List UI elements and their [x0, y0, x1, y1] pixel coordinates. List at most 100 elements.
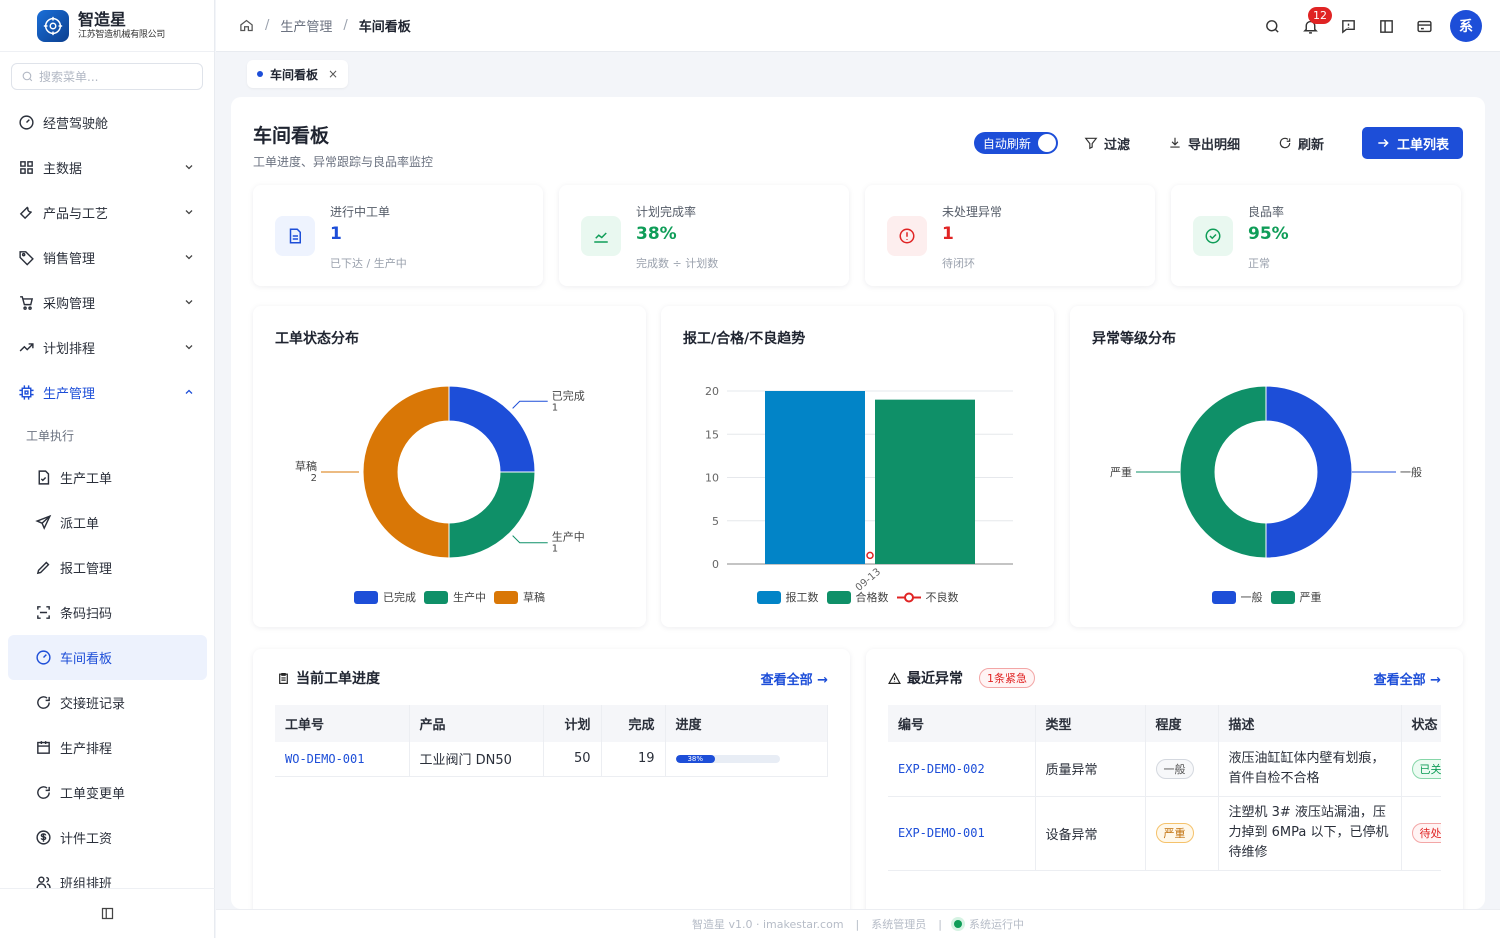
exception-no[interactable]: EXP-DEMO-001	[888, 796, 1036, 871]
menu-item-scan[interactable]: 条码扫码	[0, 590, 215, 635]
filter-button[interactable]: 过滤	[1084, 134, 1130, 153]
footer-version: 智造星 v1.0 · imakestar.com	[692, 918, 844, 931]
kpi-card-completion[interactable]: 计划完成率 38% 完成数 ÷ 计划数	[559, 185, 849, 286]
menu-item-report[interactable]: 报工管理	[0, 545, 215, 590]
tab-workshop-board[interactable]: 车间看板 ×	[247, 60, 349, 88]
table-row[interactable]: EXP-DEMO-001 设备异常 严重 注塑机 3# 液压站漏油，压力掉到 6…	[888, 796, 1441, 871]
legend-item[interactable]: 合格数	[826, 589, 889, 605]
exception-desc: 液压油缸缸体内壁有划痕，首件自检不合格	[1218, 742, 1402, 797]
card-button[interactable]	[1414, 16, 1434, 36]
menu-item-product-process[interactable]: 产品与工艺	[0, 190, 215, 235]
status-badge: 待处	[1411, 823, 1441, 843]
legend-item[interactable]: 生产中	[424, 589, 486, 605]
menu-label: 生产管理	[43, 387, 96, 402]
table-row[interactable]: WO-DEMO-001 工业阀门 DN50 50 19 38%	[275, 742, 828, 777]
brand-logo-icon	[37, 9, 69, 42]
kpi-card-in-progress[interactable]: 进行中工单 1 已下达 / 生产中	[253, 185, 543, 286]
legend-item[interactable]: 一般	[1211, 589, 1263, 605]
section-title-text: 当前工单进度	[296, 671, 380, 687]
sidebar: 智造星 江苏智造机械有限公司 搜索菜单... 经营驾驶舱 主数据 产品与工艺 销…	[0, 0, 215, 938]
column-header[interactable]: 状态	[1401, 705, 1441, 742]
page-title: 车间看板	[253, 125, 330, 147]
legend-swatch	[424, 590, 448, 604]
menu-item-dispatch[interactable]: 派工单	[0, 500, 215, 545]
trend-chart-card: 报工/合格/不良趋势 0 5 10 15 20 09-13 报工数 合格数 不良数	[661, 306, 1054, 627]
menu-item-master-data[interactable]: 主数据	[0, 145, 215, 190]
file-check-icon	[38, 470, 50, 485]
menu-item-purchase[interactable]: 采购管理	[0, 280, 215, 325]
menu-label: 经营驾驶舱	[43, 117, 109, 132]
auto-refresh-toggle[interactable]: 自动刷新	[973, 132, 1058, 154]
tab-bar: 车间看板 ×	[216, 52, 1500, 96]
menu-search-input[interactable]: 搜索菜单...	[11, 63, 203, 90]
collapse-sidebar-button[interactable]	[0, 888, 215, 938]
kpi-label: 良品率	[1248, 205, 1285, 219]
menu-item-workshop-board[interactable]: 车间看板	[8, 635, 207, 680]
brand[interactable]: 智造星 江苏智造机械有限公司	[0, 0, 214, 52]
trend-bar-chart: 0510152009-13	[705, 385, 1013, 594]
document-icon	[275, 216, 315, 256]
filter-label: 过滤	[1103, 137, 1130, 153]
brand-company: 江苏智造机械有限公司	[78, 29, 166, 40]
column-header[interactable]: 产品	[409, 705, 544, 742]
legend-item[interactable]: 不良数	[896, 589, 959, 605]
legend-item[interactable]: 已完成	[354, 589, 416, 605]
avatar[interactable]: 系	[1450, 10, 1482, 42]
menu-item-planning[interactable]: 计划排程	[0, 325, 215, 370]
footer-status: 系统运行中	[968, 918, 1024, 931]
column-header[interactable]: 进度	[665, 705, 828, 742]
exception-no[interactable]: EXP-DEMO-002	[888, 742, 1036, 797]
active-dot	[257, 71, 263, 77]
menu-label: 车间看板	[60, 652, 113, 667]
menu-item-shift-record[interactable]: 交接班记录	[0, 680, 215, 725]
tab-close-icon[interactable]: ×	[328, 67, 338, 81]
home-icon[interactable]	[239, 18, 254, 33]
y-tick-label: 20	[705, 385, 719, 398]
menu-item-piece-wage[interactable]: 计件工资	[0, 815, 215, 860]
order-progress-card: 当前工单进度 查看全部 → 工单号 产品 计划 完成 进度 WO-DEMO-00…	[253, 649, 850, 909]
legend-item[interactable]: 报工数	[756, 589, 819, 605]
messages-button[interactable]	[1338, 16, 1358, 36]
kpi-sub: 待闭环	[942, 257, 975, 270]
search-button[interactable]	[1262, 16, 1282, 36]
export-button[interactable]: 导出明细	[1168, 134, 1240, 153]
column-header[interactable]: 完成	[601, 705, 666, 742]
legend-item[interactable]: 严重	[1270, 589, 1322, 605]
table-row[interactable]: EXP-DEMO-002 质量异常 一般 液压油缸缸体内壁有划痕，首件自检不合格…	[888, 742, 1441, 797]
kpi-card-exceptions[interactable]: 未处理异常 1 待闭环	[865, 185, 1155, 286]
exception-level-cell: 一般	[1145, 742, 1219, 797]
order-no[interactable]: WO-DEMO-001	[275, 742, 410, 777]
see-all-orders-link[interactable]: 查看全部 →	[761, 669, 828, 688]
menu-item-change-order[interactable]: 工单变更单	[0, 770, 215, 815]
menu-item-team-schedule[interactable]: 班组排班	[0, 860, 215, 888]
menu-label: 班组排班	[60, 877, 113, 888]
work-order-list-button[interactable]: 工单列表	[1361, 127, 1463, 159]
pie-slice	[1179, 385, 1267, 559]
legend-swatch	[354, 590, 378, 604]
breadcrumb-item[interactable]: 生产管理	[280, 16, 332, 35]
trend-icon	[19, 343, 34, 352]
layout-button[interactable]	[1376, 16, 1396, 36]
notifications-button[interactable]: 12	[1300, 7, 1332, 36]
column-header[interactable]: 类型	[1035, 705, 1146, 742]
see-all-exceptions-link[interactable]: 查看全部 →	[1374, 669, 1441, 688]
column-header[interactable]: 工单号	[275, 705, 410, 742]
chip-icon	[19, 385, 34, 400]
kpi-value: 38%	[636, 224, 677, 244]
kpi-card-yield[interactable]: 良品率 95% 正常	[1171, 185, 1461, 286]
menu-item-scheduling[interactable]: 生产排程	[0, 725, 215, 770]
kpi-sub: 完成数 ÷ 计划数	[636, 257, 719, 270]
column-header[interactable]: 描述	[1218, 705, 1402, 742]
menu-item-production[interactable]: 生产管理	[0, 370, 215, 415]
menu-item-sales[interactable]: 销售管理	[0, 235, 215, 280]
main-panel: 车间看板 工单进度、异常跟踪与良品率监控 自动刷新 过滤 导出明细 刷新 工单列…	[231, 97, 1485, 909]
chart-line-icon	[581, 216, 621, 256]
column-header[interactable]: 计划	[543, 705, 602, 742]
alert-circle-icon	[887, 216, 927, 256]
legend-item[interactable]: 草稿	[494, 589, 545, 605]
column-header[interactable]: 程度	[1145, 705, 1219, 742]
menu-item-work-order[interactable]: 生产工单	[0, 455, 215, 500]
menu-item-dashboard[interactable]: 经营驾驶舱	[0, 100, 215, 145]
column-header[interactable]: 编号	[888, 705, 1036, 742]
refresh-button[interactable]: 刷新	[1278, 134, 1324, 153]
